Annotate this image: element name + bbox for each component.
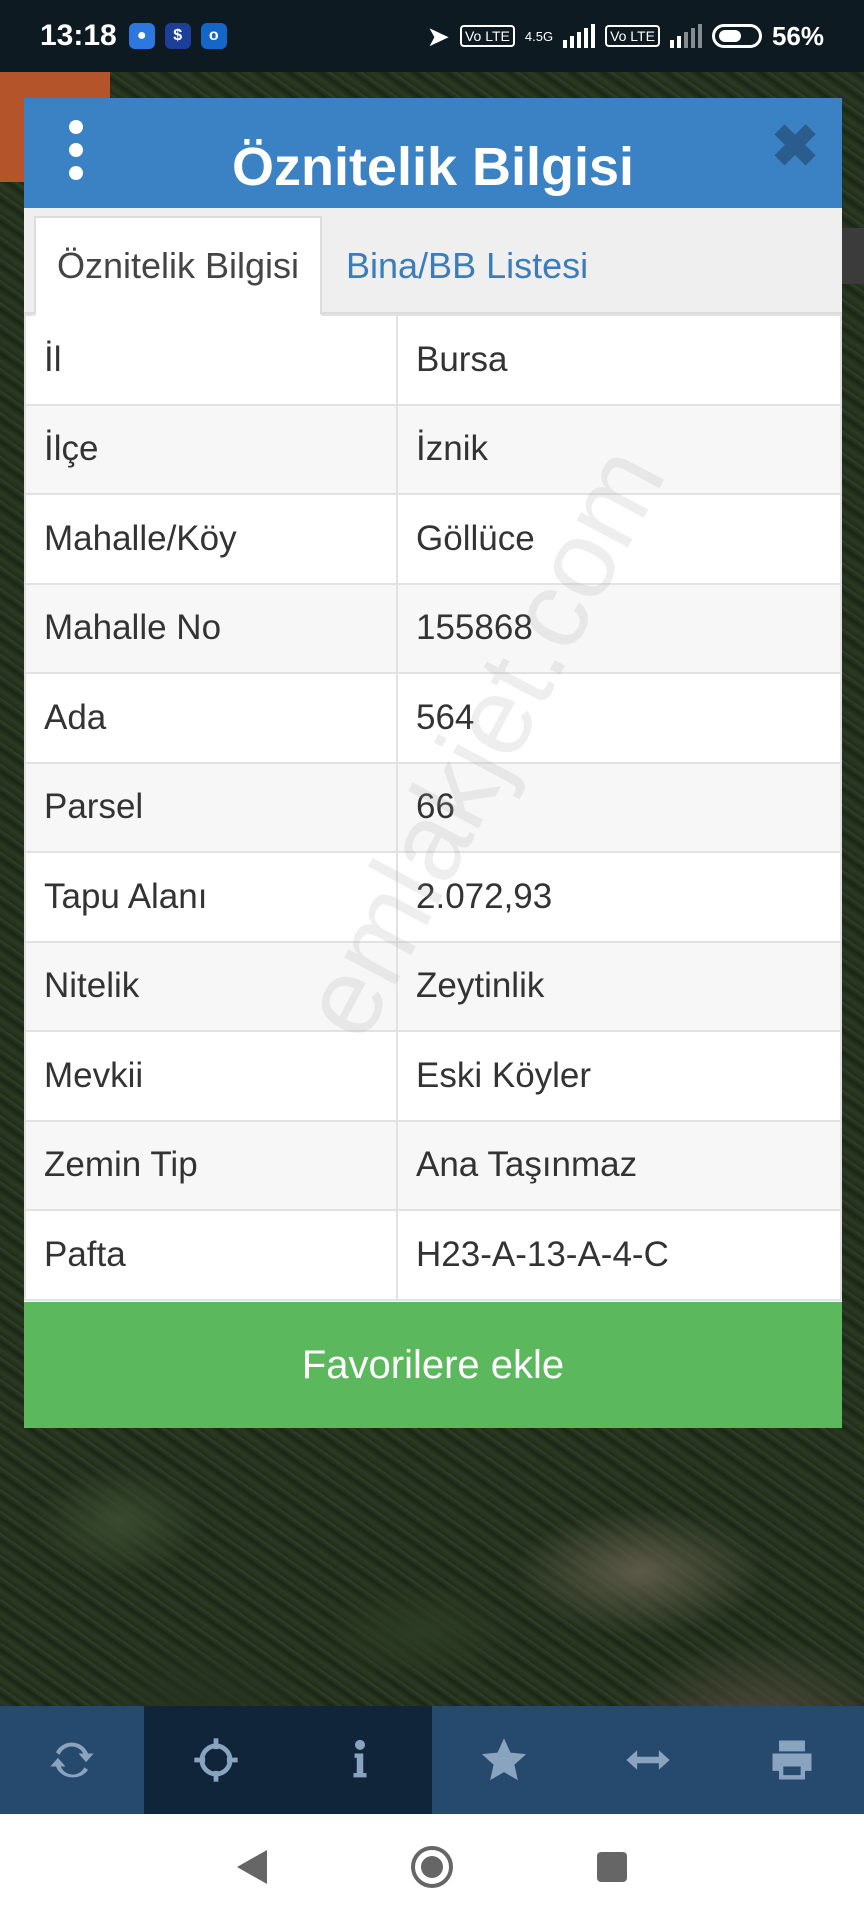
tab-bar: Öznitelik Bilgisi Bina/BB Listesi bbox=[24, 208, 842, 316]
outlook-notification-icon: o bbox=[200, 23, 227, 49]
table-row: Ada 564 bbox=[24, 672, 842, 764]
attribute-value: 66 bbox=[396, 761, 842, 853]
table-row: İlçe İznik bbox=[24, 403, 842, 495]
attribute-value: Zeytinlik bbox=[396, 940, 842, 1032]
table-row: Mahalle No 155868 bbox=[24, 582, 842, 674]
dialog-header: Öznitelik Bilgisi ✖ bbox=[24, 98, 842, 208]
attribute-key: Mahalle No bbox=[24, 582, 398, 674]
attribute-key: Pafta bbox=[24, 1209, 398, 1301]
table-row: İl Bursa bbox=[24, 314, 842, 406]
refresh-icon bbox=[50, 1742, 94, 1778]
add-to-favorites-button[interactable]: Favorilere ekle bbox=[24, 1302, 842, 1428]
attribute-key: Tapu Alanı bbox=[24, 851, 398, 943]
status-time: 13:18 bbox=[40, 19, 117, 52]
tab-building-list[interactable]: Bina/BB Listesi bbox=[346, 216, 588, 316]
attribute-value: 2.072,93 bbox=[396, 851, 842, 943]
table-row: Mahalle/Köy Göllüce bbox=[24, 493, 842, 585]
attribute-value: Göllüce bbox=[396, 493, 842, 585]
status-bar: 13:18 ● $ o ➤ Vo LTE 4.5G Vo LTE 56% bbox=[0, 0, 864, 72]
battery-level: 56% bbox=[771, 20, 824, 51]
attribute-value: İznik bbox=[396, 403, 842, 495]
close-icon[interactable]: ✖ bbox=[770, 118, 820, 176]
table-row: Zemin Tip Ana Taşınmaz bbox=[24, 1119, 842, 1211]
attribute-key: Zemin Tip bbox=[24, 1119, 398, 1211]
table-row: Nitelik Zeytinlik bbox=[24, 940, 842, 1032]
system-nav-bar bbox=[0, 1814, 864, 1920]
favorites-button[interactable] bbox=[432, 1706, 576, 1814]
locate-button[interactable] bbox=[144, 1706, 288, 1814]
tab-attribute-info[interactable]: Öznitelik Bilgisi bbox=[34, 216, 322, 316]
status-indicators: ➤ Vo LTE 4.5G Vo LTE 56% bbox=[427, 20, 824, 53]
attribute-key: İl bbox=[24, 314, 398, 406]
attribute-info-dialog: Öznitelik Bilgisi ✖ Öznitelik Bilgisi Bi… bbox=[24, 98, 842, 1428]
signal-strength-icon bbox=[563, 24, 596, 48]
battery-icon bbox=[711, 24, 762, 48]
back-triangle-icon bbox=[237, 1850, 267, 1884]
attribute-key: Nitelik bbox=[24, 940, 398, 1032]
attribute-value: H23-A-13-A-4-C bbox=[396, 1209, 842, 1301]
attribute-value: Bursa bbox=[396, 314, 842, 406]
attribute-table: İl Bursa İlçe İznik Mahalle/Köy Göllüce Mahall… bbox=[24, 314, 842, 1301]
attribute-key: Mahalle/Köy bbox=[24, 493, 398, 585]
print-button[interactable] bbox=[720, 1706, 864, 1814]
attribute-key: Parsel bbox=[24, 761, 398, 853]
attribute-value: Ana Taşınmaz bbox=[396, 1119, 842, 1211]
home-button[interactable] bbox=[407, 1842, 457, 1892]
bottom-toolbar bbox=[0, 1706, 864, 1814]
table-row: Mevkii Eski Köyler bbox=[24, 1030, 842, 1122]
table-row: Parsel 66 bbox=[24, 761, 842, 853]
home-circle-icon bbox=[411, 1846, 453, 1888]
attribute-value: 155868 bbox=[396, 582, 842, 674]
refresh-button[interactable] bbox=[0, 1706, 144, 1814]
payment-notification-icon: $ bbox=[164, 23, 191, 49]
info-icon bbox=[353, 1739, 367, 1778]
volte-badge: Vo LTE bbox=[459, 25, 515, 47]
recents-button[interactable] bbox=[587, 1842, 637, 1892]
star-icon bbox=[481, 1738, 527, 1781]
attribute-value: Eski Köyler bbox=[396, 1030, 842, 1122]
signal-strength-icon-2 bbox=[669, 24, 702, 48]
recents-square-icon bbox=[597, 1852, 627, 1882]
attribute-key: Mevkii bbox=[24, 1030, 398, 1122]
network-type-label: 4.5G bbox=[524, 28, 554, 44]
back-button[interactable] bbox=[227, 1842, 277, 1892]
info-button[interactable] bbox=[288, 1706, 432, 1814]
messages-notification-icon: ● bbox=[128, 23, 155, 49]
location-icon: ➤ bbox=[426, 20, 450, 52]
print-icon bbox=[772, 1740, 812, 1780]
map-side-button[interactable] bbox=[842, 228, 864, 284]
table-row: Pafta H23-A-13-A-4-C bbox=[24, 1209, 842, 1301]
volte-badge-2: Vo LTE bbox=[605, 25, 660, 47]
attribute-value: 564 bbox=[396, 672, 842, 764]
measure-button[interactable] bbox=[576, 1706, 720, 1814]
attribute-key: Ada bbox=[24, 672, 398, 764]
attribute-key: İlçe bbox=[24, 403, 398, 495]
dialog-title: Öznitelik Bilgisi bbox=[231, 137, 635, 197]
measure-arrows-icon bbox=[626, 1750, 670, 1770]
crosshair-icon bbox=[194, 1738, 238, 1782]
table-row: Tapu Alanı 2.072,93 bbox=[24, 851, 842, 943]
